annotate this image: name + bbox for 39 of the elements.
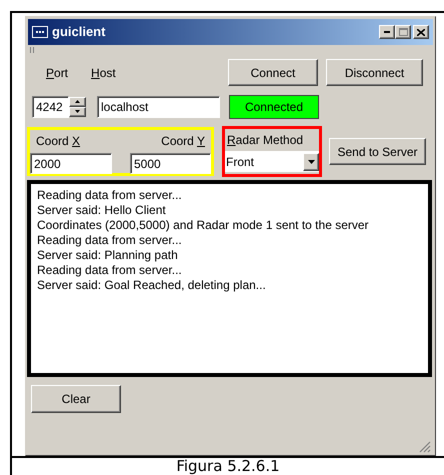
app-icon [32, 26, 48, 38]
grip-icon [30, 47, 35, 53]
minimize-icon [384, 31, 390, 33]
log-line: Reading data from server... [37, 233, 183, 248]
up-arrow-icon [75, 100, 80, 103]
log-line: Server said: Planning path [37, 248, 179, 263]
log-line: Reading data from server... [37, 188, 183, 203]
minimize-button[interactable] [379, 25, 395, 39]
port-field[interactable]: 4242 [32, 96, 69, 118]
maximize-button[interactable] [395, 25, 411, 39]
resize-grip-icon [419, 441, 431, 453]
coord-y-field[interactable]: 5000 [130, 153, 211, 174]
connection-status: Connected [229, 94, 319, 118]
port-label: Port [46, 64, 68, 82]
host-label: Host [91, 64, 116, 82]
spin-up-button[interactable] [69, 96, 86, 106]
clear-button[interactable]: Clear [31, 385, 121, 413]
log-line: Server said: Hello Client [37, 203, 167, 218]
caret-icon [308, 160, 314, 164]
connect-button[interactable]: Connect [228, 59, 318, 86]
coord-x-label: Coord X [36, 133, 80, 150]
down-arrow-icon [75, 110, 80, 113]
window-title: guiclient [52, 23, 106, 42]
dropdown-button[interactable] [303, 152, 319, 170]
coord-y-label: Coord Y [161, 133, 205, 150]
spin-down-button[interactable] [69, 106, 86, 116]
log-line: Server said: Goal Reached, deleting plan... [37, 278, 267, 293]
radar-method-dropdown[interactable]: Front [225, 151, 319, 172]
log-line: Coordinates (2000,5000) and Radar mode 1 sent to the server [37, 218, 370, 233]
radar-method-label: Radar Method [227, 132, 304, 149]
log-line: Reading data from server... [37, 263, 183, 278]
disconnect-button[interactable]: Disconnect [326, 59, 423, 86]
figure-caption: Figura 5.2.6.1 [176, 458, 280, 475]
close-button[interactable] [413, 25, 429, 39]
send-to-server-button[interactable]: Send to Server [329, 138, 426, 165]
maximize-icon [398, 28, 408, 36]
host-field[interactable]: localhost [97, 96, 220, 118]
close-icon [417, 28, 425, 36]
coord-x-field[interactable]: 2000 [30, 153, 112, 174]
